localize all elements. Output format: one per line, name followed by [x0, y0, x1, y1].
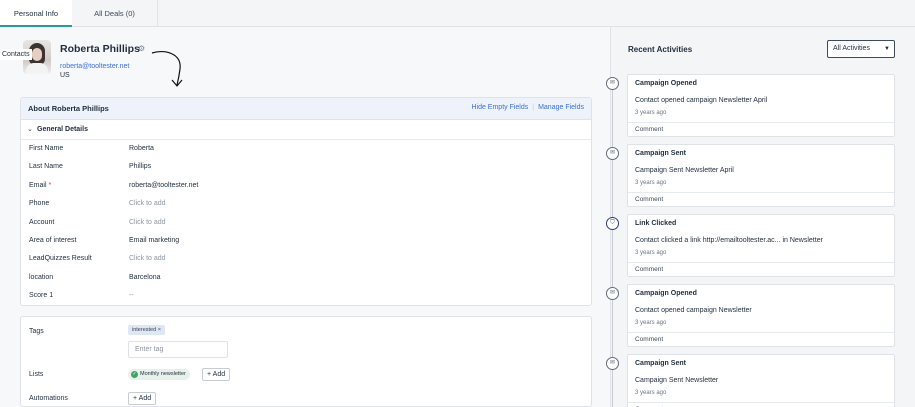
- activity-description: Campaign Sent Newsletter: [635, 377, 719, 384]
- contact-name: Roberta Phillips: [60, 43, 140, 55]
- field-value[interactable]: Click to add: [129, 255, 166, 262]
- breadcrumb[interactable]: Contacts: [0, 49, 32, 60]
- add-automation-button[interactable]: + Add: [128, 392, 157, 405]
- field-row: First Name Roberta: [21, 140, 591, 158]
- about-panel: About Roberta Phillips Hide Empty Fields…: [20, 97, 592, 306]
- tag-chip-label: interested: [132, 327, 157, 333]
- section-title: General Details: [37, 126, 88, 133]
- activity-date: 3 years ago: [635, 180, 667, 186]
- tags-label: Tags: [29, 328, 44, 335]
- field-value[interactable]: Roberta: [129, 145, 154, 152]
- field-row: Last Name Phillips: [21, 158, 591, 176]
- contact-email-link[interactable]: roberta@tooltester.net: [60, 63, 129, 70]
- field-label: location: [29, 273, 54, 281]
- activity-description: Campaign Sent Newsletter April: [635, 167, 734, 174]
- fields-list: First Name Roberta Last Name Phillips Email …: [21, 140, 591, 306]
- link-icon: ⛉: [606, 217, 619, 230]
- field-value[interactable]: --: [129, 292, 134, 299]
- field-value[interactable]: Email marketing: [129, 237, 179, 244]
- envelope-icon: ✉: [606, 77, 619, 90]
- activity-title: Campaign Sent: [635, 150, 686, 157]
- activity-title: Campaign Sent: [635, 360, 686, 367]
- about-title: About Roberta Phillips: [28, 104, 109, 113]
- activity-date: 3 years ago: [635, 110, 667, 116]
- activity-filter-value: All Activities: [833, 45, 870, 52]
- tab-personal-info[interactable]: Personal Info: [0, 0, 72, 27]
- field-label: Area of interest: [29, 236, 77, 244]
- comment-button[interactable]: Comment: [628, 192, 894, 207]
- envelope-icon: ✉: [606, 287, 619, 300]
- activity-title: Campaign Opened: [635, 80, 697, 87]
- check-icon: ✓: [131, 371, 138, 378]
- gear-icon[interactable]: ⚙: [138, 44, 145, 53]
- tab-all-deals[interactable]: All Deals (0): [72, 0, 158, 27]
- about-panel-header: About Roberta Phillips Hide Empty Fields…: [21, 98, 591, 120]
- activity-filter-select[interactable]: All Activities ▼: [827, 40, 895, 58]
- field-value[interactable]: Phillips: [129, 163, 151, 170]
- activity-title: Campaign Opened: [635, 290, 697, 297]
- caret-down-icon: ▼: [884, 46, 890, 52]
- comment-button[interactable]: Comment: [628, 122, 894, 137]
- general-details-toggle[interactable]: ⌄ General Details: [21, 120, 591, 140]
- close-icon[interactable]: ×: [158, 327, 161, 333]
- tag-input[interactable]: Enter tag: [128, 341, 228, 358]
- list-chip-label: Monthly newsletter: [140, 371, 186, 377]
- activity-title: Link Clicked: [635, 220, 677, 227]
- field-label: Email *: [29, 181, 52, 189]
- field-row: Account Click to add: [21, 214, 591, 232]
- tag-chip[interactable]: interested ×: [128, 325, 165, 335]
- activity-date: 3 years ago: [635, 320, 667, 326]
- add-list-button[interactable]: + Add: [202, 368, 231, 381]
- arrow-annotation-icon: [151, 50, 183, 87]
- activity-description: Contact opened campaign Newsletter: [635, 307, 752, 314]
- activity-card: Campaign Opened Contact opened campaign N…: [627, 74, 895, 137]
- activity-date: 3 years ago: [635, 390, 667, 396]
- field-value[interactable]: Barcelona: [129, 274, 161, 281]
- activity-card: Campaign Sent Campaign Sent Newsletter Ap…: [627, 144, 895, 207]
- activity-description: Contact clicked a link http://emailtoolt…: [635, 237, 823, 244]
- field-row: Score 1 --: [21, 287, 591, 305]
- field-row: Phone Click to add: [21, 195, 591, 213]
- comment-button[interactable]: Comment: [628, 332, 894, 347]
- field-label: First Name: [29, 145, 64, 152]
- lists-label: Lists: [29, 371, 44, 378]
- field-row: Area of interest Email marketing: [21, 232, 591, 250]
- field-row: location Barcelona: [21, 269, 591, 287]
- field-row: Email * roberta@tooltester.net: [21, 177, 591, 195]
- activity-card: Campaign Opened Contact opened campaign N…: [627, 284, 895, 347]
- required-marker: *: [48, 181, 52, 189]
- activity-card: Link Clicked Contact clicked a link http:…: [627, 214, 895, 277]
- envelope-icon: ✉: [606, 147, 619, 160]
- recent-activities-title: Recent Activities: [628, 45, 693, 54]
- activity-card: Campaign Sent Campaign Sent Newsletter 3 y…: [627, 354, 895, 407]
- comment-button[interactable]: Comment: [628, 262, 894, 277]
- comment-button[interactable]: Comment: [628, 402, 894, 407]
- field-label: LeadQuizzes Result: [29, 255, 92, 263]
- field-label: Account: [29, 218, 55, 226]
- list-chip[interactable]: ✓ Monthly newsletter: [128, 369, 190, 380]
- contact-country: US: [60, 72, 70, 79]
- field-value[interactable]: Click to add: [129, 200, 166, 207]
- field-value[interactable]: Click to add: [129, 219, 166, 226]
- manage-fields-link[interactable]: Manage Fields: [538, 104, 584, 111]
- chevron-down-icon: ⌄: [27, 126, 33, 133]
- tags-lists-panel: Tags interested × Enter tag Lists ✓ Month…: [20, 316, 592, 407]
- field-label: Last Name: [29, 163, 63, 171]
- tab-bar: Personal Info All Deals (0): [0, 0, 915, 27]
- field-value[interactable]: roberta@tooltester.net: [129, 182, 198, 189]
- activity-description: Contact opened campaign Newsletter April: [635, 97, 768, 104]
- envelope-icon: ✉: [606, 357, 619, 370]
- hide-empty-fields-link[interactable]: Hide Empty Fields: [471, 104, 528, 111]
- field-row: LeadQuizzes Result Click to add: [21, 250, 591, 268]
- activity-date: 3 years ago: [635, 250, 667, 256]
- automations-label: Automations: [29, 395, 68, 402]
- field-label: Score 1: [29, 292, 54, 300]
- field-label: Phone: [29, 200, 50, 208]
